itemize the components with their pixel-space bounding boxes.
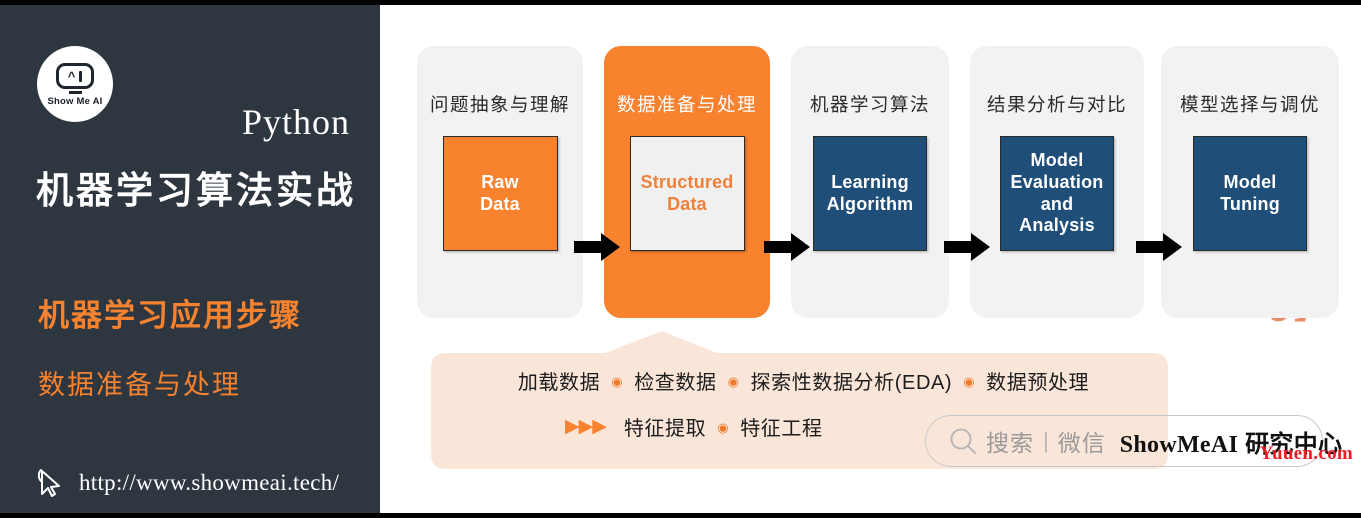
sidebar: ^ Show Me AI Python 机器学习算法实战 机器学习应用步骤 数据… [0, 5, 380, 513]
bullet-separator-icon: ◉ [611, 374, 624, 389]
pipeline-arrow-4 [1136, 232, 1182, 262]
bullet-separator-icon: ◉ [963, 374, 976, 389]
pipeline-arrow-2 [764, 232, 810, 262]
stage-box-line: and [1040, 193, 1074, 214]
stage-box-line: Tuning [1220, 193, 1280, 214]
section-subtitle: 数据准备与处理 [38, 370, 241, 400]
stage-box-line: Data [667, 193, 707, 214]
pipeline-arrow-1 [574, 232, 620, 262]
stage-box-model-evaluation: Model Evaluation and Analysis [1000, 136, 1114, 251]
stage-box-line: Analysis [1019, 215, 1095, 236]
callout-item: 探索性数据分析(EDA) [750, 372, 953, 394]
stage-box-line: Model [1223, 171, 1277, 192]
stage-box-line: Model [1030, 150, 1084, 171]
stage-box-raw-data: Raw Data [442, 136, 558, 251]
stage-box-learning-algorithm: Learning Algorithm [813, 136, 927, 251]
search-placeholder: 搜索 [986, 430, 1034, 456]
stage-box-line: Algorithm [826, 193, 914, 214]
callout-item: 特征提取 [623, 418, 707, 440]
content-area: ShowMeAI 问题抽象与理解 Raw Data 数据准备与处理 Struct… [380, 5, 1361, 513]
python-title: Python [241, 102, 350, 142]
stage-label: 模型选择与调优 [1179, 94, 1320, 115]
callout-item: 数据预处理 [986, 372, 1090, 394]
robot-icon: ^ [56, 63, 94, 89]
pipeline-stage-3[interactable]: 机器学习算法 Learning Algorithm [791, 46, 949, 318]
robot-neck [68, 91, 82, 94]
stage-box-structured-data: Structured Data [629, 136, 745, 251]
bullet-separator-icon: ◉ [727, 374, 740, 389]
search-channel: 微信 [1057, 430, 1106, 456]
robot-eye-right [79, 70, 83, 82]
robot-eye-left: ^ [67, 68, 76, 84]
stage-label: 机器学习算法 [809, 94, 930, 115]
pipeline-stage-1[interactable]: 问题抽象与理解 Raw Data [417, 46, 583, 318]
triangles-icon: ▶▶▶ [565, 416, 607, 437]
stage-box-line: Evaluation [1010, 171, 1104, 192]
callout-item: 特征工程 [740, 418, 823, 440]
callout-row-1: 加载数据 ◉ 检查数据 ◉ 探索性数据分析(EDA) ◉ 数据预处理 [425, 366, 1182, 395]
callout-item: 检查数据 [634, 372, 717, 394]
pipeline-stage-2[interactable]: 数据准备与处理 Structured Data [604, 46, 770, 318]
stage-box-line: Data [480, 193, 520, 214]
mouse-pointer-icon [37, 469, 60, 497]
stage-box-line: Learning [831, 171, 909, 192]
section-title: 机器学习应用步骤 [38, 298, 302, 333]
pipeline-stage-5[interactable]: 模型选择与调优 Model Tuning [1161, 46, 1339, 318]
stage-label: 结果分析与对比 [986, 94, 1127, 115]
stage-box-line: Structured [640, 171, 734, 192]
stage-box-model-tuning: Model Tuning [1193, 136, 1307, 251]
pipeline: 问题抽象与理解 Raw Data 数据准备与处理 Structured Data… [417, 46, 1339, 318]
stage-label: 问题抽象与理解 [429, 94, 570, 115]
yuuen-watermark: Yuuen.com [1259, 443, 1353, 464]
course-title: 机器学习算法实战 [36, 170, 356, 211]
pipeline-arrow-3 [944, 232, 990, 262]
callout-item: 加载数据 [517, 372, 601, 394]
slide-root: ^ Show Me AI Python 机器学习算法实战 机器学习应用步骤 数据… [0, 0, 1361, 518]
search-brand-latin: ShowMeAI [1119, 431, 1239, 458]
search-divider: | [1043, 428, 1049, 453]
site-url-row[interactable]: http://www.showmeai.tech/ [36, 467, 339, 499]
frame-band-bottom [0, 513, 1361, 518]
bullet-separator-icon: ◉ [717, 420, 730, 435]
site-url-text: http://www.showmeai.tech/ [79, 470, 340, 495]
stage-label: 数据准备与处理 [616, 94, 757, 115]
pipeline-stage-4[interactable]: 结果分析与对比 Model Evaluation and Analysis [970, 46, 1144, 318]
stage-box-line: Raw [481, 171, 519, 192]
search-icon [950, 428, 976, 454]
